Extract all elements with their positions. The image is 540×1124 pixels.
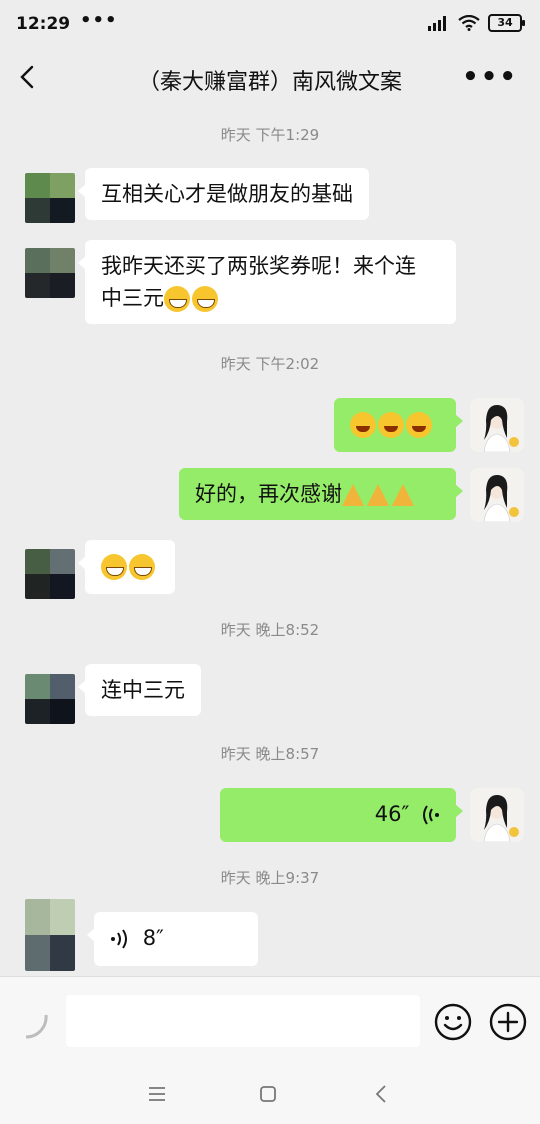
timestamp: 昨天 下午1:29 [220, 126, 320, 144]
voice-duration: 8″ [142, 926, 164, 950]
outgoing-message[interactable]: 好的，再次感谢 [179, 468, 463, 520]
status-time: 12:29 [16, 14, 71, 34]
wifi-icon [458, 15, 480, 31]
voice-mode-icon[interactable] [20, 1011, 50, 1041]
incoming-voice-message[interactable]: 8″ [87, 912, 258, 966]
my-avatar[interactable] [470, 468, 524, 522]
chat-header: （秦大赚富群）南风微文案 ••• [0, 50, 540, 106]
signal-icon [428, 16, 446, 31]
message-input[interactable] [66, 995, 420, 1047]
incoming-message[interactable] [78, 540, 175, 594]
message-text: 中三元 [101, 286, 164, 310]
nav-back-icon[interactable] [370, 1082, 394, 1106]
tears-of-joy-emoji-icon [406, 412, 432, 438]
home-icon[interactable] [256, 1082, 280, 1106]
notification-dots: ••• [80, 10, 118, 31]
voice-duration: 46″ [374, 802, 410, 826]
message-text: 互相关心才是做朋友的基础 [101, 182, 353, 206]
avatar[interactable] [25, 899, 75, 971]
pray-emoji-icon [392, 484, 414, 506]
pray-emoji-icon [342, 484, 364, 506]
tears-of-joy-emoji-icon [350, 412, 376, 438]
message-line: 中三元 [101, 282, 440, 314]
chevron-left-icon[interactable] [14, 62, 44, 92]
my-avatar[interactable] [470, 788, 524, 842]
grin-emoji-icon [101, 554, 127, 580]
plus-icon[interactable] [489, 1003, 527, 1041]
timestamp: 昨天 晚上8:57 [220, 745, 320, 763]
incoming-message[interactable]: 我昨天还买了两张奖券呢！来个连 中三元 [78, 240, 456, 324]
avatar[interactable] [25, 248, 75, 298]
input-bar [0, 976, 540, 1063]
message-text: 好的，再次感谢 [195, 482, 342, 506]
timestamp: 昨天 晚上9:37 [220, 869, 320, 887]
tears-of-joy-emoji-icon [378, 412, 404, 438]
grin-emoji-icon [164, 286, 190, 312]
voice-wave-icon [423, 805, 439, 825]
message-text: 我昨天还买了两张奖券呢！来个连 [101, 254, 416, 278]
smiley-icon[interactable] [434, 1003, 472, 1041]
outgoing-voice-message[interactable]: 46″ [220, 788, 463, 842]
avatar[interactable] [25, 549, 75, 599]
more-icon[interactable]: ••• [462, 62, 518, 92]
voice-wave-icon [111, 929, 127, 949]
incoming-message[interactable]: 连中三元 [78, 664, 201, 716]
system-navigation-bar [0, 1062, 540, 1124]
my-avatar[interactable] [470, 398, 524, 452]
message-text: 连中三元 [101, 678, 185, 702]
status-bar: 12:29 ••• 34 [0, 0, 540, 50]
avatar[interactable] [25, 674, 75, 724]
timestamp: 昨天 下午2:02 [220, 355, 320, 373]
grin-emoji-icon [129, 554, 155, 580]
chat-title: （秦大赚富群）南风微文案 [137, 70, 402, 95]
grin-emoji-icon [192, 286, 218, 312]
menu-icon[interactable] [145, 1082, 169, 1106]
avatar[interactable] [25, 173, 75, 223]
status-icons: 34 [428, 14, 525, 32]
outgoing-message[interactable] [334, 398, 463, 452]
battery-icon: 34 [488, 14, 525, 32]
pray-emoji-icon [367, 484, 389, 506]
incoming-message[interactable]: 互相关心才是做朋友的基础 [78, 168, 369, 220]
timestamp: 昨天 晚上8:52 [220, 621, 320, 639]
message-list[interactable]: 昨天 下午1:29 互相关心才是做朋友的基础 我昨天还买了两张奖券呢！来个连 中… [0, 106, 540, 976]
